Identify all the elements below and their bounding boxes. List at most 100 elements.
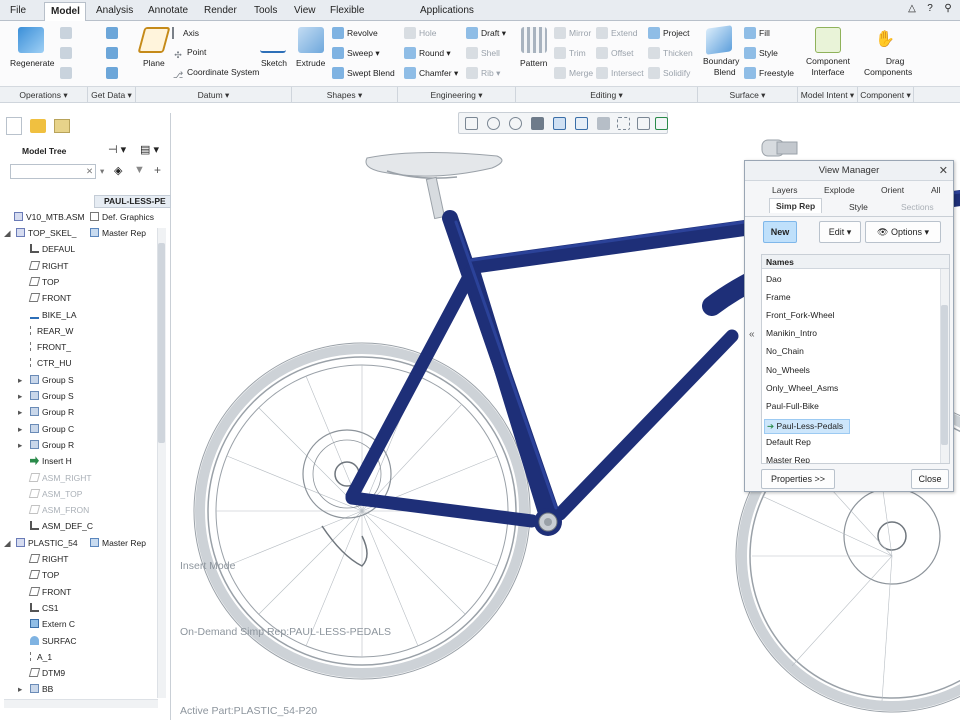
- refit-icon[interactable]: [465, 117, 478, 130]
- simp-rep-item[interactable]: Manikin_Intro: [766, 328, 817, 338]
- group-component[interactable]: Component ▾: [858, 87, 914, 103]
- copy-geometry-icon[interactable]: [106, 47, 118, 59]
- group-surface[interactable]: Surface ▾: [698, 87, 798, 103]
- group-engineering[interactable]: Engineering ▾: [398, 87, 516, 103]
- simp-rep-item[interactable]: Only_Wheel_Asms: [766, 383, 838, 393]
- tab-applications[interactable]: Applications: [414, 2, 482, 21]
- trim-button[interactable]: Trim: [554, 47, 586, 59]
- tab-explode[interactable]: Explode: [824, 185, 855, 195]
- tree-item[interactable]: DTM9: [28, 668, 65, 678]
- sweep-button[interactable]: Sweep ▾: [332, 47, 380, 59]
- tree-item[interactable]: FRONT_: [30, 342, 71, 352]
- thicken-button[interactable]: Thicken: [648, 47, 693, 59]
- group-operations[interactable]: Operations ▾: [0, 87, 88, 103]
- simp-rep-item[interactable]: Master Rep: [766, 455, 810, 463]
- solidify-button[interactable]: Solidify: [648, 67, 690, 79]
- axis-button[interactable]: Axis: [172, 27, 199, 39]
- plane-button[interactable]: Plane: [143, 58, 165, 68]
- group-model-intent[interactable]: Model Intent ▾: [798, 87, 858, 103]
- tab-style[interactable]: Style: [849, 202, 868, 212]
- tree-item[interactable]: TOP_SKEL_: [16, 228, 77, 238]
- tree-expand-icon[interactable]: ◢: [4, 228, 11, 239]
- zoom-in-icon[interactable]: [487, 117, 500, 130]
- shrinkwrap-icon[interactable]: [106, 67, 118, 79]
- tree-item[interactable]: BB: [30, 684, 53, 694]
- extend-button[interactable]: Extend: [596, 27, 637, 39]
- zoom-out-icon[interactable]: [509, 117, 522, 130]
- tree-item[interactable]: ASM_TOP: [28, 488, 82, 499]
- plane-icon[interactable]: [137, 27, 171, 53]
- tab-file[interactable]: File: [4, 2, 40, 21]
- offset-button[interactable]: Offset: [596, 47, 634, 59]
- tree-item[interactable]: Group S: [30, 391, 74, 401]
- close-button[interactable]: Close: [911, 469, 949, 489]
- tree-root[interactable]: V10_MTB.ASM: [14, 212, 85, 222]
- mirror-button[interactable]: Mirror: [554, 27, 591, 39]
- favorites-icon[interactable]: [54, 119, 70, 133]
- simp-rep-item[interactable]: ➔ Paul-Less-Pedals: [764, 418, 851, 434]
- merge-button[interactable]: Merge: [554, 67, 593, 79]
- freestyle-button[interactable]: Freestyle: [744, 67, 794, 79]
- tree-expand-icon[interactable]: ▸: [18, 440, 22, 451]
- regenerate-icon[interactable]: [18, 27, 44, 53]
- pattern-button[interactable]: Pattern: [520, 58, 547, 68]
- component-interface-button[interactable]: Component Interface: [806, 56, 850, 78]
- tab-simp-rep[interactable]: Simp Rep: [769, 198, 823, 213]
- datum-display-icon[interactable]: [617, 117, 630, 130]
- tree-item[interactable]: Group R: [30, 407, 74, 417]
- tree-search-input[interactable]: [10, 164, 96, 179]
- tree-scroll-thumb[interactable]: [158, 243, 165, 443]
- pattern-icon[interactable]: [521, 27, 547, 53]
- rib-button[interactable]: Rib ▾: [466, 67, 500, 79]
- repaint-icon[interactable]: [531, 117, 544, 130]
- simp-rep-item[interactable]: No_Wheels: [766, 365, 810, 375]
- tree-item[interactable]: TOP: [28, 276, 59, 287]
- new-button[interactable]: New: [763, 221, 797, 243]
- tree-item[interactable]: RIGHT: [28, 554, 68, 564]
- draft-button[interactable]: Draft ▾: [466, 27, 506, 39]
- tab-orient[interactable]: Orient: [881, 185, 904, 195]
- delete-icon[interactable]: [60, 67, 72, 79]
- style-button[interactable]: Style: [744, 47, 778, 59]
- simp-rep-item[interactable]: Dao: [766, 274, 782, 284]
- user-defined-feature-icon[interactable]: [106, 27, 118, 39]
- tree-expand-icon[interactable]: ▸: [18, 407, 22, 418]
- tree-expand-icon[interactable]: ▸: [18, 424, 22, 435]
- tree-item[interactable]: A_1: [30, 651, 52, 662]
- tree-item[interactable]: ASM_DEF_C: [30, 521, 93, 531]
- collapse-icon[interactable]: «: [749, 329, 755, 340]
- tab-flexible-modeling[interactable]: Flexible Modeling: [324, 2, 410, 33]
- tab-tools[interactable]: Tools: [248, 2, 284, 21]
- simp-rep-item[interactable]: No_Chain: [766, 346, 804, 356]
- tree-item[interactable]: DEFAUL: [30, 244, 75, 254]
- filter-icon[interactable]: ▼: [134, 164, 145, 176]
- tree-item[interactable]: PLASTIC_54: [16, 537, 78, 548]
- point-button[interactable]: ✣ Point: [172, 47, 206, 62]
- properties-button[interactable]: Properties >>: [761, 469, 835, 489]
- sketch-button[interactable]: Sketch: [261, 58, 287, 68]
- hole-button[interactable]: Hole: [404, 27, 436, 39]
- drag-components-icon[interactable]: ✋: [872, 27, 898, 53]
- simp-rep-item[interactable]: Default Rep: [766, 437, 811, 447]
- options-button[interactable]: 👁 Options ▾: [865, 221, 941, 243]
- drag-components-button[interactable]: Drag Components: [864, 56, 912, 78]
- tab-model[interactable]: Model: [44, 2, 86, 21]
- display-style-icon[interactable]: [597, 117, 610, 130]
- tree-item[interactable]: Extern C: [30, 619, 75, 629]
- saved-orientations-icon[interactable]: [553, 117, 566, 130]
- group-editing[interactable]: Editing ▾: [516, 87, 698, 103]
- tab-annotate[interactable]: Annotate: [142, 2, 194, 21]
- tree-expand-icon[interactable]: ▸: [18, 391, 22, 402]
- tree-item[interactable]: Insert H: [30, 456, 72, 466]
- tab-layers[interactable]: Layers: [772, 185, 798, 195]
- round-button[interactable]: Round ▾: [404, 47, 451, 59]
- swept-blend-button[interactable]: Swept Blend: [332, 67, 395, 79]
- tree-item[interactable]: Group C: [30, 423, 74, 434]
- tree-item[interactable]: CS1: [30, 602, 59, 613]
- project-button[interactable]: Project: [648, 27, 689, 39]
- help-icon[interactable]: ?: [924, 3, 936, 15]
- boundary-blend-icon[interactable]: [706, 25, 732, 55]
- minimize-ribbon-icon[interactable]: △: [906, 3, 918, 15]
- tree-expand-icon[interactable]: ▸: [18, 375, 22, 386]
- copy-icon[interactable]: [60, 27, 72, 39]
